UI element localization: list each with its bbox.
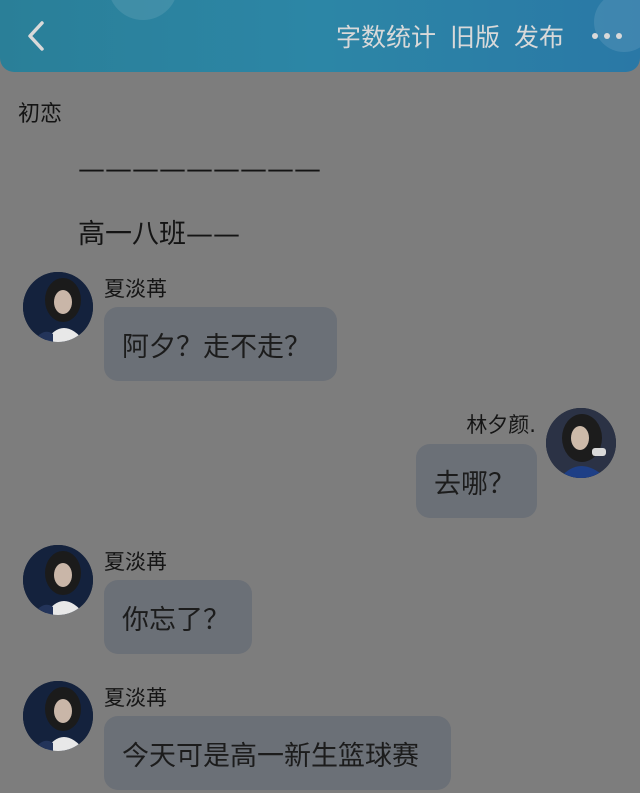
avatar[interactable] [23,545,93,615]
narration-line: ————————— [78,154,321,185]
avatar-image [23,272,93,342]
avatar-image [23,545,93,615]
old-version-button[interactable]: 旧版 [450,18,500,54]
avatar-image [23,681,93,751]
avatar-image [546,408,616,478]
more-horizontal-icon-dot [616,33,622,39]
more-horizontal-icon-dot [604,33,610,39]
top-bar: 字数统计 旧版 发布 [0,0,640,72]
more-horizontal-icon-dot [592,33,598,39]
header-decoration [108,0,178,20]
avatar[interactable] [23,272,93,342]
message-bubble[interactable]: 你忘了？ [104,580,252,654]
message-bubble[interactable]: 去哪？ [416,444,537,518]
word-count-button[interactable]: 字数统计 [336,18,436,54]
avatar[interactable] [23,681,93,751]
chapter-title: 初恋 [18,102,63,127]
publish-button[interactable]: 发布 [514,18,564,54]
message-bubble[interactable]: 今天可是高一新生篮球赛 [104,716,451,790]
message-bubble[interactable]: 阿夕？走不走？ [104,307,337,381]
sender-name: 夏淡苒 [104,277,167,301]
sender-name: 夏淡苒 [104,686,167,710]
header-actions: 字数统计 旧版 发布 [336,16,622,56]
more-button[interactable] [592,33,622,39]
chevron-left-icon [28,21,44,51]
narration-line: 高一八班—— [78,219,240,250]
sender-name: 林夕颜. [466,413,536,437]
back-button[interactable] [18,16,54,56]
avatar[interactable] [546,408,616,478]
sender-name: 夏淡苒 [104,550,167,574]
